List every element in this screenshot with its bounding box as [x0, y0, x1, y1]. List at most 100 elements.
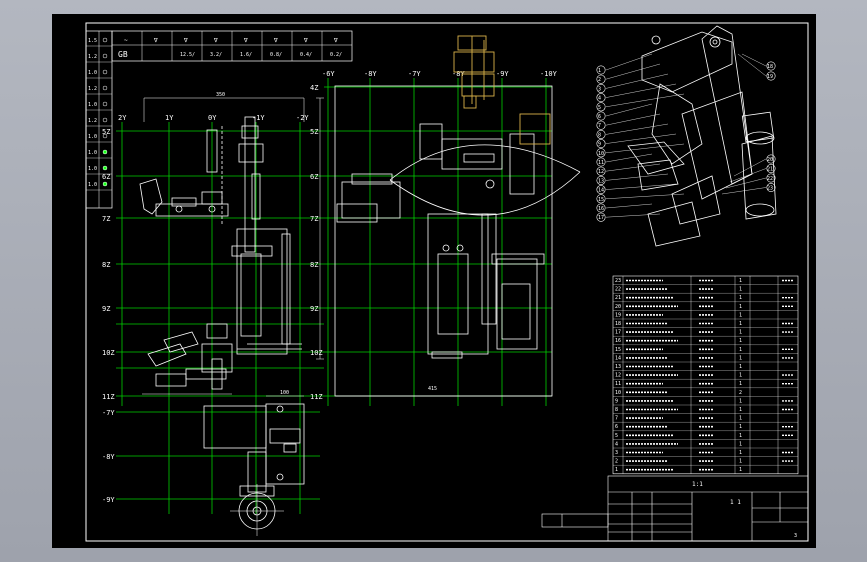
drawing-canvas: ~ ∇ ∇ 12.5/ ∇ 3.2/ ∇ 1.6/ ∇ 0.8/ ∇ 0.4/ ∇ 0.2/ GB 1.5… [85, 22, 809, 542]
balloon-number: 10 [598, 151, 604, 157]
bom-item-number: 22 [615, 287, 621, 293]
balloon-number: 22 [767, 176, 773, 182]
bom-item-number: 21 [615, 295, 621, 301]
balloon-number: 11 [598, 160, 604, 166]
balloon-number: 5 [598, 105, 601, 111]
balloon-number: 18 [767, 64, 773, 70]
surface-value: 1.6/ [240, 52, 252, 58]
side-marker-column: 1.5 1.2 1.0 1.2 1.0 1.2 1.0 1.0 1.0 1.0 [85, 30, 113, 209]
left-z-label: 9Z [102, 305, 110, 313]
middle-z-label: 5Z [310, 128, 318, 136]
coordinate-grid-labels: 2Y 1Y 0Y -1Y -2Y5Z6Z7Z8Z9Z10Z11Z-6Y -8Y -7Y -8Y… [102, 70, 558, 504]
bom-item-number: 4 [615, 441, 618, 447]
bom-item-qty: 1 [739, 295, 742, 301]
side-marker-label: 1.2 [88, 86, 97, 92]
outer-frame [85, 22, 809, 542]
surface-finish-table: ~ ∇ ∇ 12.5/ ∇ 3.2/ ∇ 1.6/ ∇ 0.8/ ∇ 0.4/ ∇ 0.2/ GB [111, 30, 353, 62]
middle-x-label: -8Y [364, 70, 377, 78]
surface-symbol: ∇ [183, 37, 188, 44]
bom-item-number: 13 [615, 364, 621, 370]
bom-item-number: 23 [615, 278, 621, 284]
balloon-leader [605, 93, 685, 107]
balloon-leader [605, 203, 653, 209]
side-marker-dot [102, 37, 108, 43]
surface-symbol: ~ [124, 37, 128, 44]
bom-item-number: 20 [615, 304, 621, 310]
balloon-leader [605, 213, 661, 218]
balloon-number: 14 [598, 188, 604, 194]
side-marker-dot [102, 85, 108, 91]
bom-item-qty: 1 [739, 433, 742, 439]
surface-value: 3.2/ [210, 52, 222, 58]
part-balloons: 1234567891011121314151617181920212223 [596, 53, 776, 222]
middle-z-label: 10Z [310, 349, 323, 357]
side-marker-dot [102, 181, 108, 187]
side-marker-dot [102, 101, 108, 107]
bom-item-qty: 1 [739, 407, 742, 413]
lower-y-label: -9Y [102, 496, 115, 504]
title-block [541, 475, 809, 542]
balloon-number: 4 [598, 96, 601, 102]
surface-value: 12.5/ [180, 52, 195, 58]
bom-item-number: 2 [615, 459, 618, 465]
left-x-label: 1Y [165, 114, 174, 122]
balloon-number: 20 [767, 157, 773, 163]
left-z-label: 10Z [102, 349, 115, 357]
balloon-number: 2 [598, 77, 601, 83]
title-sheet: 1 1 [730, 499, 741, 506]
middle-x-label: -10Y [540, 70, 558, 78]
left-z-label: 6Z [102, 173, 110, 181]
bom-item-qty: 1 [739, 398, 742, 404]
bom-item-qty: 1 [739, 450, 742, 456]
bom-item-number: 15 [615, 347, 621, 353]
balloon-leader [605, 133, 677, 144]
balloon-number: 21 [767, 167, 773, 173]
left-z-label: 11Z [102, 393, 115, 401]
drawing-sheet[interactable]: ~ ∇ ∇ 12.5/ ∇ 3.2/ ∇ 1.6/ ∇ 0.8/ ∇ 0.4/ ∇ 0.2/ GB 1.5… [52, 14, 816, 548]
left-top-dimension: 350 [216, 92, 225, 98]
balloon-number: 16 [598, 206, 604, 212]
bom-item-number: 17 [615, 330, 621, 336]
left-z-label: 8Z [102, 261, 110, 269]
bom-item-qty: 1 [739, 416, 742, 422]
bom-item-qty: 1 [739, 287, 742, 293]
bom-item-qty: 1 [739, 381, 742, 387]
balloon-number: 13 [598, 178, 604, 184]
bom-item-qty: 1 [739, 373, 742, 379]
surface-symbol: ∇ [333, 37, 338, 44]
balloon-leader [605, 123, 669, 135]
surface-symbol: ∇ [243, 37, 248, 44]
balloon-number: 9 [598, 142, 601, 148]
middle-x-label: -9Y [496, 70, 509, 78]
bom-item-qty: 1 [739, 347, 742, 353]
bom-item-qty: 1 [739, 424, 742, 430]
balloon-number: 8 [598, 132, 601, 138]
coordinate-grid [116, 78, 552, 514]
bom-item-qty: 1 [739, 330, 742, 336]
bom-item-number: 8 [615, 407, 618, 413]
left-x-label: 2Y [118, 114, 127, 122]
isometric-view [627, 25, 777, 247]
bom-item-number: 16 [615, 338, 621, 344]
middle-x-label: -7Y [408, 70, 421, 78]
bom-item-qty: 1 [739, 441, 742, 447]
left-z-label: 7Z [102, 215, 110, 223]
bom-item-number: 5 [615, 433, 618, 439]
left-x-label: -1Y [252, 114, 265, 122]
bom-item-number: 12 [615, 373, 621, 379]
left-x-label: 0Y [208, 114, 217, 122]
surface-symbol: ∇ [213, 37, 218, 44]
bom-item-qty: 1 [739, 467, 742, 473]
cad-viewport[interactable]: ~ ∇ ∇ 12.5/ ∇ 3.2/ ∇ 1.6/ ∇ 0.8/ ∇ 0.4/ ∇ 0.2/ GB 1.5… [0, 0, 867, 562]
side-marker-label: 1.2 [88, 118, 97, 124]
balloon-leader [605, 113, 661, 126]
surface-symbol: ∇ [273, 37, 278, 44]
side-marker-dot [102, 117, 108, 123]
middle-z-label: 9Z [310, 305, 318, 313]
bom-item-qty: 1 [739, 321, 742, 327]
balloon-number: 17 [598, 215, 604, 221]
bom-item-number: 7 [615, 416, 618, 422]
balloon-leader [605, 63, 661, 80]
balloon-leader [605, 73, 669, 89]
surface-value: 0.2/ [330, 52, 342, 58]
